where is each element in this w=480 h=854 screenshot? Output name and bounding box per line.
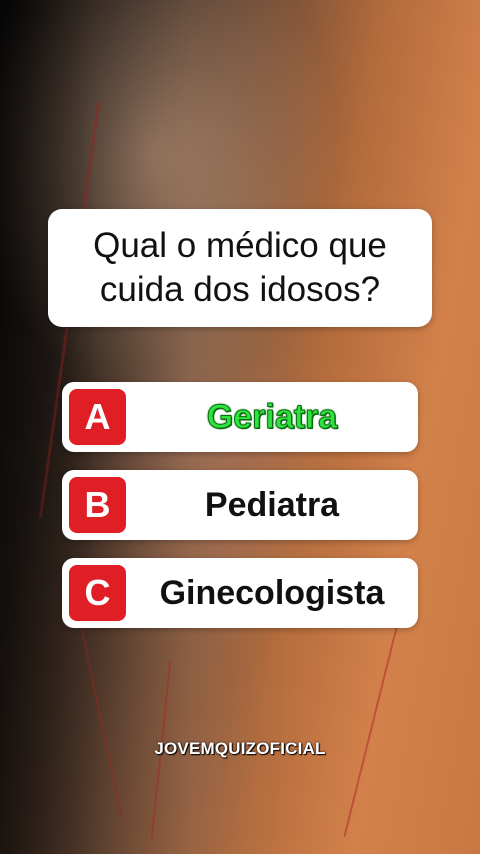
option-label: Ginecologista: [159, 573, 385, 612]
option-letter-badge: C: [69, 565, 126, 621]
question-line-2: cuida dos idosos?: [99, 270, 381, 309]
option-letter-badge: A: [69, 389, 126, 445]
option-letter-badge: B: [69, 477, 126, 533]
question-text: Qual o médico que cuida dos idosos?: [60, 224, 420, 312]
question-card: Qual o médico que cuida dos idosos?: [48, 209, 432, 327]
answer-option-b[interactable]: B Pediatra: [62, 470, 418, 540]
option-label: Pediatra: [204, 485, 340, 524]
channel-watermark: JOVEMQUIZOFICIAL: [154, 739, 326, 758]
option-label: Geriatra: [206, 397, 338, 436]
question-line-1: Qual o médico que: [93, 226, 387, 265]
answer-option-a[interactable]: A Geriatra: [62, 382, 418, 452]
answer-option-c[interactable]: C Ginecologista: [62, 558, 418, 628]
